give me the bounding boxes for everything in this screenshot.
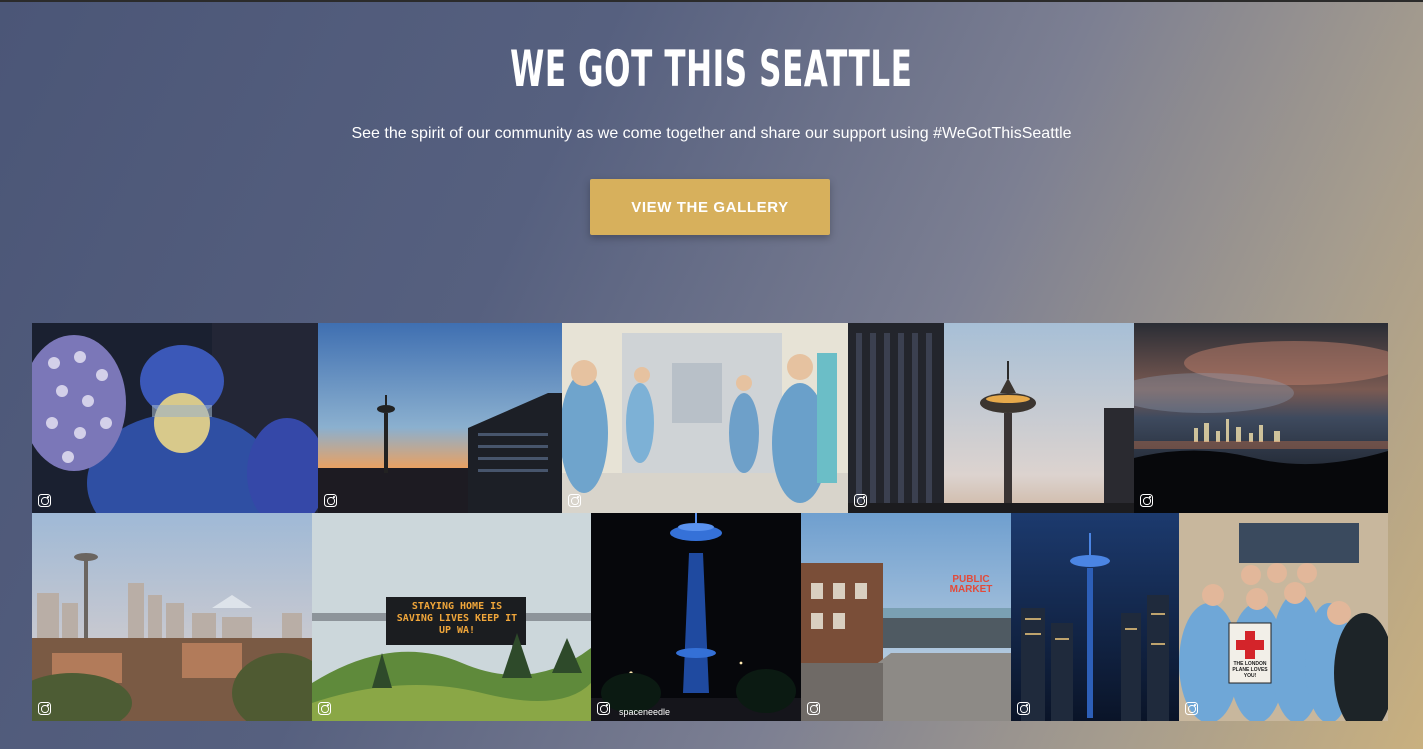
top-strip [0,0,1423,2]
gallery-tile-highway-sign[interactable]: STAYING HOME IS SAVING LIVES KEEP IT UP … [312,513,591,721]
space-needle-sunset-photo [318,323,562,513]
public-market-sign: PUBLIC MARKET [949,574,993,595]
instagram-icon [1140,494,1153,507]
view-gallery-button[interactable]: VIEW THE GALLERY [590,179,830,235]
gallery-tile-skyline-day[interactable] [32,513,312,721]
gallery-tile-skyline-night[interactable] [1134,323,1388,513]
gallery-tile-space-needle-dusk[interactable] [848,323,1134,513]
instagram-icon [1017,702,1030,715]
instagram-icon [324,494,337,507]
gallery-tile-nurses-group[interactable]: THE LONDON PLANE LOVES YOU! [1179,513,1388,721]
instagram-handle: spaceneedle [619,707,671,717]
gallery-tile-pike-place[interactable]: PUBLIC MARKET [801,513,1011,721]
page-title: WE GOT THIS SEATTLE [510,40,913,98]
pike-place-photo [801,513,1011,721]
instagram-icon [38,494,51,507]
skyline-blue-photo [1011,513,1179,721]
space-needle-dusk-photo [848,323,1134,513]
highway-sign-text: STAYING HOME IS SAVING LIVES KEEP IT UP … [396,601,518,636]
gallery-tile-healthcare-worker[interactable] [32,323,318,513]
gallery-tile-skyline-blue[interactable] [1011,513,1179,721]
placard-text: THE LONDON PLANE LOVES YOU! [1232,661,1268,679]
skyline-day-photo [32,513,312,721]
instagram-icon [38,702,51,715]
instagram-icon [597,702,610,715]
space-needle-blue-photo [591,513,801,721]
instagram-gallery: STAYING HOME IS SAVING LIVES KEEP IT UP … [32,323,1388,721]
instagram-icon [1185,702,1198,715]
skyline-night-photo [1134,323,1388,513]
instagram-icon [854,494,867,507]
instagram-icon [807,702,820,715]
healthcare-worker-photo [32,323,318,513]
gallery-tile-space-needle-sunset[interactable] [318,323,562,513]
hero-subtitle: See the spirit of our community as we co… [351,125,1072,142]
nurses-group-photo [1179,513,1388,721]
instagram-icon [318,702,331,715]
instagram-icon [568,494,581,507]
nurses-corridor-photo [562,323,848,513]
gallery-tile-nurses-corridor[interactable] [562,323,848,513]
gallery-tile-space-needle-blue[interactable]: spaceneedle [591,513,801,721]
